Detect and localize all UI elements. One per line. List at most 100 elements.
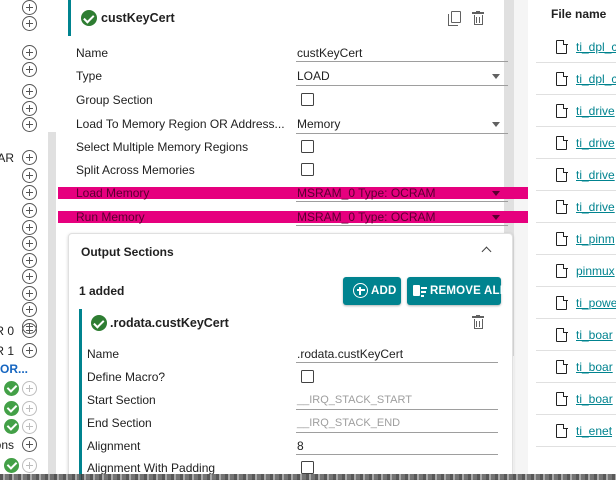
add-circle-icon[interactable]: [22, 16, 37, 31]
file-link[interactable]: ti_boar: [576, 392, 613, 406]
end-section-field[interactable]: __IRQ_STACK_END: [297, 417, 400, 429]
add-circle-icon[interactable]: [22, 220, 37, 235]
group-section-checkbox[interactable]: [301, 93, 314, 106]
tree-row[interactable]: [0, 45, 60, 61]
file-link[interactable]: ti_drive: [576, 136, 615, 150]
file-link[interactable]: ti_drive: [576, 168, 615, 182]
add-circle-icon[interactable]: [22, 437, 37, 452]
load-memory-select[interactable]: MSRAM_0 Type: OCRAM: [297, 186, 435, 200]
file-link[interactable]: ti_pinm: [576, 232, 615, 246]
file-row[interactable]: ti_boar: [536, 352, 616, 383]
file-link[interactable]: ti_enet: [576, 424, 612, 438]
add-circle-icon[interactable]: [22, 458, 37, 473]
type-select-underline: [296, 85, 508, 86]
file-row[interactable]: ti_powe: [536, 288, 616, 319]
tree-row[interactable]: [0, 101, 60, 117]
file-row[interactable]: ti_drive: [536, 192, 616, 223]
start-section-field[interactable]: __IRQ_STACK_START: [297, 394, 412, 406]
file-link[interactable]: ti_drive: [576, 104, 615, 118]
output-name-field[interactable]: .rodata.custKeyCert: [297, 347, 403, 361]
left-scrollbar[interactable]: [48, 132, 56, 480]
file-link[interactable]: ti_powe: [576, 296, 616, 310]
add-circle-icon: [353, 283, 368, 298]
output-name-label: Name: [87, 347, 120, 361]
file-row[interactable]: ti_dpl_c: [536, 64, 616, 95]
alignment-label: Alignment: [87, 439, 141, 453]
load-to-memory-label: Load To Memory Region OR Address...: [76, 117, 285, 131]
tree-row-label: R 0: [0, 324, 14, 338]
file-icon: [556, 135, 568, 150]
alignment-field[interactable]: 8: [297, 439, 304, 453]
file-link[interactable]: ti_boar: [576, 328, 613, 342]
add-circle-icon[interactable]: [22, 0, 37, 15]
file-row[interactable]: ti_drive: [536, 96, 616, 127]
add-circle-icon[interactable]: [22, 185, 37, 200]
file-row[interactable]: pinmux: [536, 256, 616, 287]
tree-row[interactable]: [0, 62, 60, 78]
file-row[interactable]: ti_enet: [536, 416, 616, 447]
file-row[interactable]: ti_pinm: [536, 224, 616, 255]
add-circle-icon[interactable]: [22, 401, 37, 416]
add-circle-icon[interactable]: [22, 381, 37, 396]
alignment-padding-checkbox[interactable]: [301, 461, 314, 474]
add-circle-icon[interactable]: [22, 62, 37, 77]
copy-icon[interactable]: [448, 11, 462, 26]
file-link[interactable]: ti_drive: [576, 200, 615, 214]
load-to-memory-select[interactable]: Memory: [297, 117, 340, 131]
add-circle-icon[interactable]: [22, 168, 37, 183]
add-button[interactable]: ADD: [343, 277, 401, 305]
delete-icon[interactable]: [472, 315, 484, 329]
end-section-label: End Section: [87, 416, 152, 430]
file-row[interactable]: ti_drive: [536, 128, 616, 159]
add-circle-icon[interactable]: [22, 343, 37, 358]
tree-row-label: OR...: [0, 362, 29, 376]
add-circle-icon[interactable]: [22, 253, 37, 268]
file-link[interactable]: pinmux: [576, 264, 615, 278]
type-select[interactable]: LOAD: [297, 69, 330, 83]
remove-all-button[interactable]: REMOVE ALL: [407, 277, 507, 305]
start-section-label: Start Section: [87, 393, 156, 407]
add-circle-icon[interactable]: [22, 84, 37, 99]
select-multiple-checkbox[interactable]: [301, 140, 314, 153]
add-circle-icon[interactable]: [22, 45, 37, 60]
name-field[interactable]: custKeyCert: [297, 46, 362, 60]
split-across-checkbox[interactable]: [301, 163, 314, 176]
chevron-down-icon[interactable]: [492, 215, 500, 220]
add-circle-icon[interactable]: [22, 302, 37, 317]
chevron-down-icon[interactable]: [492, 74, 500, 79]
tree-row[interactable]: [0, 117, 60, 133]
add-circle-icon[interactable]: [22, 101, 37, 116]
add-circle-icon[interactable]: [22, 117, 37, 132]
add-circle-icon[interactable]: [22, 286, 37, 301]
add-circle-icon[interactable]: [22, 203, 37, 218]
file-row[interactable]: ti_dpl_c: [536, 32, 616, 63]
add-circle-icon[interactable]: [22, 269, 37, 284]
file-row[interactable]: ti_boar: [536, 384, 616, 415]
add-circle-icon[interactable]: [22, 236, 37, 251]
file-icon: [556, 327, 568, 342]
output-sections-title: Output Sections: [81, 245, 174, 259]
file-icon: [556, 71, 568, 86]
run-memory-select[interactable]: MSRAM_0 Type: OCRAM: [297, 210, 435, 224]
start-section-underline: [296, 409, 498, 410]
file-icon: [556, 295, 568, 310]
file-link[interactable]: ti_dpl_c: [576, 40, 616, 54]
name-label: Name: [76, 46, 109, 60]
file-icon: [556, 199, 568, 214]
add-circle-icon[interactable]: [22, 323, 37, 338]
file-row[interactable]: ti_drive: [536, 160, 616, 191]
file-icon: [556, 39, 568, 54]
chevron-down-icon[interactable]: [492, 122, 500, 127]
add-circle-icon[interactable]: [22, 419, 37, 434]
tree-row[interactable]: [0, 16, 60, 32]
tree-row[interactable]: [0, 0, 60, 16]
chevron-down-icon[interactable]: [492, 191, 500, 196]
add-circle-icon[interactable]: [22, 150, 37, 165]
tree-row[interactable]: [0, 84, 60, 100]
file-row[interactable]: ti_boar: [536, 320, 616, 351]
check-circle-icon: [4, 401, 19, 416]
file-link[interactable]: ti_dpl_c: [576, 72, 616, 86]
define-macro-checkbox[interactable]: [301, 370, 314, 383]
delete-icon[interactable]: [472, 11, 484, 25]
file-link[interactable]: ti_boar: [576, 360, 613, 374]
